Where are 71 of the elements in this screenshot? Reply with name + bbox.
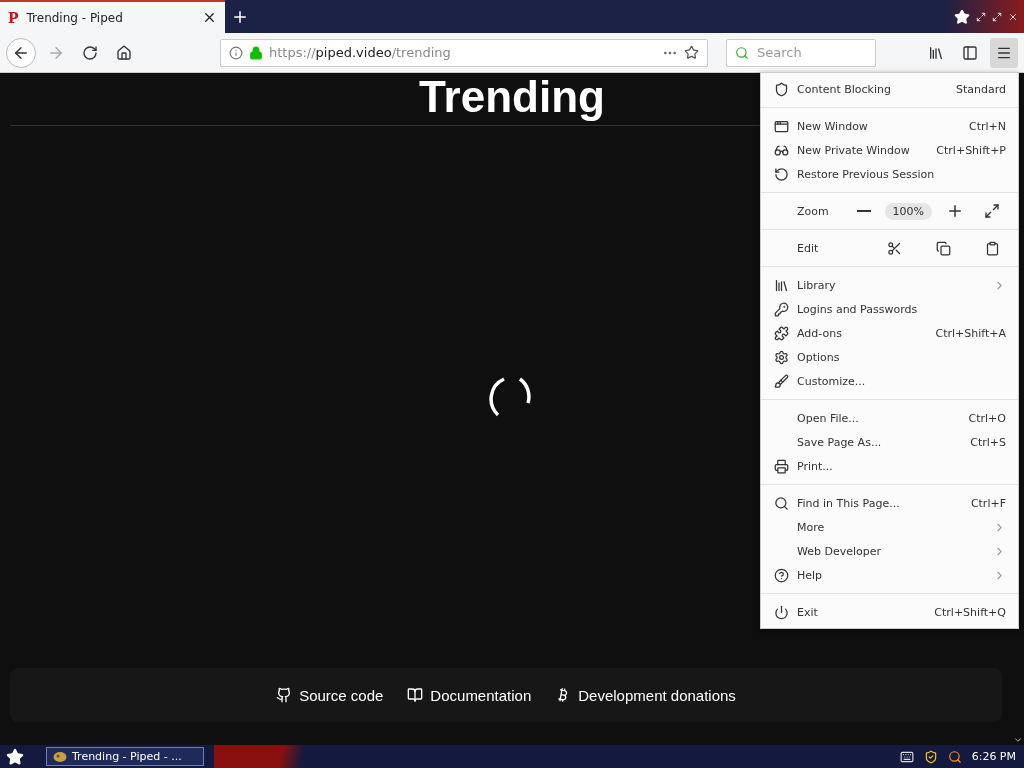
star-icon [954, 8, 970, 25]
page-heading: Trending [419, 75, 605, 119]
close-icon[interactable] [1008, 11, 1018, 22]
footer-link[interactable]: Documentation [407, 686, 532, 704]
zoom-level[interactable]: 100% [884, 202, 932, 220]
shield-icon[interactable] [923, 749, 938, 764]
search-field[interactable]: Search [755, 40, 867, 65]
menu-item[interactable]: Find in This Page... Ctrl+F [761, 491, 1018, 515]
chevron-down-icon[interactable] [1013, 735, 1023, 745]
library-icon [773, 277, 789, 293]
menu-item[interactable]: Open File... Ctrl+O [761, 406, 1018, 430]
footer-link[interactable]: Development donations [555, 686, 736, 704]
menu-item[interactable]: Save Page As... Ctrl+S [761, 430, 1018, 454]
expand-icon [984, 203, 1000, 219]
menu-button[interactable] [990, 37, 1018, 68]
menu-label: Zoom [797, 204, 830, 218]
home-icon [116, 44, 132, 61]
footer-link[interactable]: Source code [276, 686, 384, 704]
book-icon [407, 687, 424, 703]
printer-icon [773, 458, 789, 474]
menu-item[interactable]: Add-ons Ctrl+Shift+A [761, 321, 1018, 345]
tab-title: Trending - Piped [26, 10, 124, 25]
menu-item[interactable]: More [761, 515, 1018, 539]
minus-icon [856, 210, 871, 212]
github-icon [276, 687, 293, 703]
star-icon[interactable] [684, 45, 699, 60]
menu-item[interactable]: New Window Ctrl+N [761, 114, 1018, 138]
menu-item[interactable]: New Private Window Ctrl+Shift+P [761, 138, 1018, 162]
taskbar-button[interactable]: Trending - Piped - ... [46, 747, 204, 766]
menu-item[interactable]: Web Developer [761, 539, 1018, 563]
copy-icon [936, 240, 951, 256]
menu-item[interactable]: Help [761, 563, 1018, 587]
app-icon [53, 750, 67, 763]
menu-item[interactable]: Exit Ctrl+Shift+Q [761, 600, 1018, 624]
search-box[interactable]: Search [726, 38, 876, 67]
library-icon [928, 44, 944, 61]
menu-label: Edit [797, 241, 820, 255]
menu-item[interactable]: Print... [761, 454, 1018, 478]
sidebar-icon [962, 44, 978, 61]
clipboard-icon [985, 240, 1000, 256]
plus-icon [946, 202, 964, 220]
brush-icon [773, 373, 789, 389]
close-icon[interactable] [202, 10, 217, 25]
back-button[interactable] [6, 37, 36, 68]
search-icon [773, 495, 789, 511]
search-icon [735, 45, 749, 60]
clock: 6:26 PM [971, 750, 1016, 763]
help-icon [773, 567, 789, 583]
puzzle-icon [773, 325, 789, 341]
window-icon [773, 118, 789, 134]
favicon-icon: P [8, 9, 19, 26]
menu-item[interactable]: Customize... [761, 369, 1018, 393]
menu-item[interactable]: Logins and Passwords [761, 297, 1018, 321]
menu-item[interactable]: Library [761, 273, 1018, 297]
browser-tab[interactable]: P Trending - Piped [0, 0, 225, 33]
keyboard-icon[interactable] [899, 749, 914, 764]
search-icon[interactable] [947, 749, 962, 764]
address-bar[interactable]: https://piped.video/trending [220, 38, 708, 67]
shield-icon [773, 81, 789, 97]
info-icon[interactable] [229, 45, 243, 60]
menu-item[interactable]: Options [761, 345, 1018, 369]
start-button[interactable] [6, 747, 24, 766]
settings-icon [773, 349, 789, 365]
scissors-icon [887, 240, 902, 256]
key-icon [773, 301, 789, 317]
menu-item[interactable]: Restore Previous Session [761, 162, 1018, 186]
lock-icon [249, 45, 263, 60]
power-icon [773, 604, 789, 620]
restore-icon [773, 166, 789, 182]
menu-item[interactable]: Content Blocking Standard [761, 77, 1018, 101]
reload-icon [82, 44, 98, 61]
